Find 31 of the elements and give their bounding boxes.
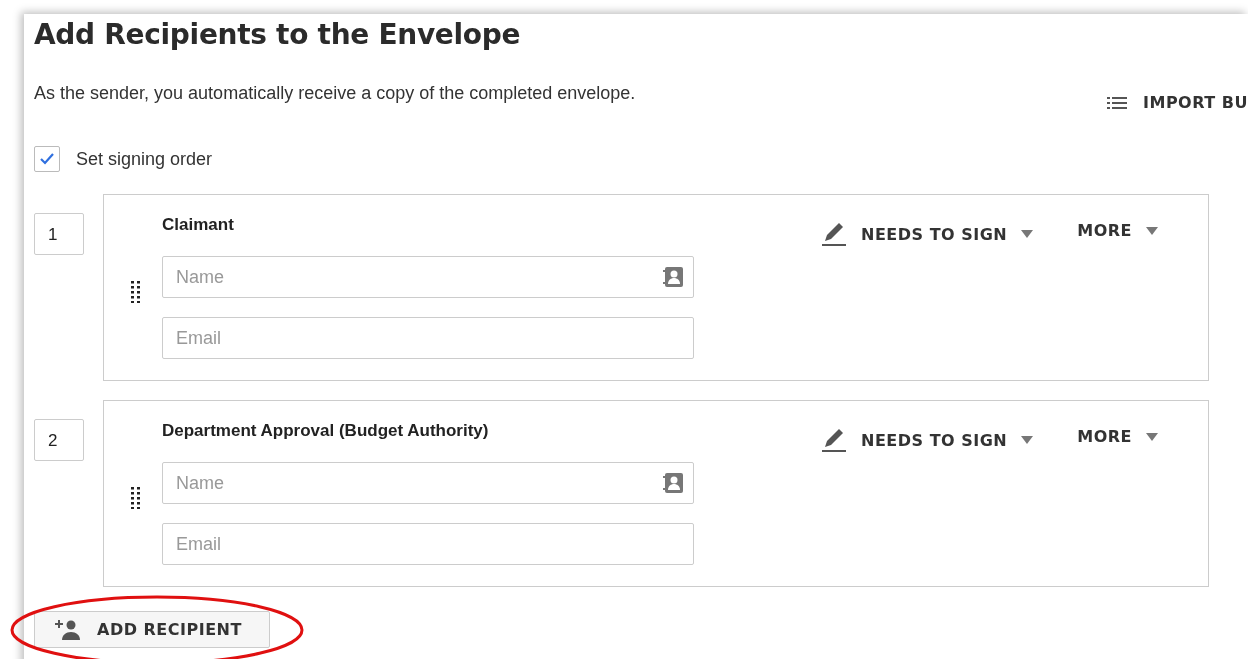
more-dropdown[interactable]: MORE xyxy=(1077,221,1158,240)
name-field[interactable]: Name xyxy=(162,462,694,504)
order-field[interactable]: 2 xyxy=(34,419,84,461)
caret-icon xyxy=(1021,230,1034,238)
signing-action-dropdown[interactable]: NEEDS TO SIGN xyxy=(821,221,1034,247)
add-person-icon xyxy=(55,618,81,641)
import-button[interactable]: IMPORT BU xyxy=(1107,93,1248,112)
info-text: As the sender, you automatically receive a copy of the completed envelope. xyxy=(34,83,636,104)
caret-icon xyxy=(1021,436,1034,444)
check-icon xyxy=(39,152,55,166)
signing-action-dropdown[interactable]: NEEDS TO SIGN xyxy=(821,427,1034,453)
checkbox[interactable] xyxy=(34,146,60,172)
drag-handle-icon[interactable] xyxy=(131,281,141,303)
caret-icon xyxy=(1146,432,1158,441)
name-field[interactable]: Name xyxy=(162,256,694,298)
role-title: Department Approval (Budget Authority) xyxy=(162,421,490,442)
more-dropdown[interactable]: MORE xyxy=(1077,427,1158,446)
list-icon xyxy=(1107,95,1127,110)
order-field[interactable]: 1 xyxy=(34,213,84,255)
pen-icon xyxy=(821,221,847,247)
email-field[interactable]: Email xyxy=(162,523,694,565)
contact-card-icon[interactable] xyxy=(662,266,684,288)
page-title: Add Recipients to the Envelope xyxy=(34,18,521,51)
caret-icon xyxy=(1146,226,1158,235)
role-title: Claimant xyxy=(162,215,235,236)
add-recipient-button[interactable]: ADD RECIPIENT xyxy=(34,611,270,648)
contact-card-icon[interactable] xyxy=(662,472,684,494)
email-field[interactable]: Email xyxy=(162,317,694,359)
pen-icon xyxy=(821,427,847,453)
checkbox-label: Set signing order xyxy=(76,148,213,170)
drag-handle-icon[interactable] xyxy=(131,487,141,509)
